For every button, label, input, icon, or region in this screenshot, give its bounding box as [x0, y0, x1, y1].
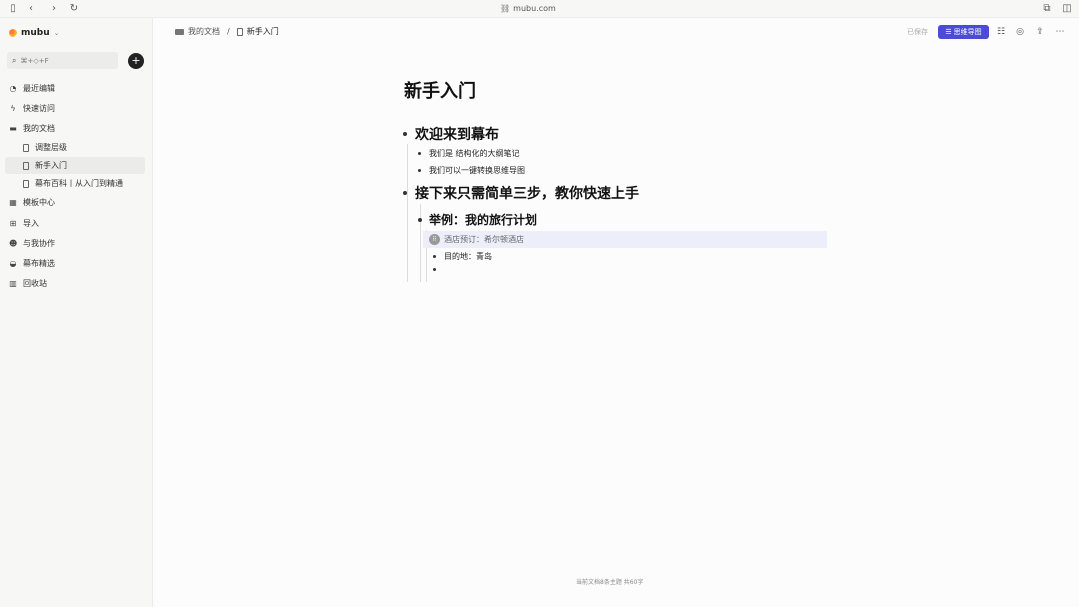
search-input[interactable]: ⌕ ⌘+◇+F [7, 52, 118, 69]
outline-settings-icon[interactable]: ☷ [995, 26, 1007, 38]
sidebar-item-import[interactable]: ⊞ 导入 [0, 215, 153, 232]
document-icon [236, 27, 243, 36]
outline-node[interactable]: 我们可以一键转换思维导图 [418, 165, 525, 176]
bullet-icon[interactable] [433, 268, 436, 271]
search-icon: ⌕ [12, 55, 17, 65]
outline-node[interactable]: 接下来只需简单三步，教你快速上手 [403, 183, 639, 203]
lightning-icon: ϟ [10, 104, 16, 113]
sidebar-item-templates[interactable]: ▦ 模板中心 [0, 194, 153, 211]
split-view-icon[interactable]: ◫ [1061, 3, 1073, 15]
outline-node[interactable]: 举例：我的旅行计划 [418, 211, 537, 228]
folder-icon [175, 28, 184, 35]
address-bar[interactable]: ⛓ mubu.com [500, 3, 556, 15]
sidebar-doc-item[interactable]: 幕布百科丨从入门到精通 [0, 175, 153, 192]
more-icon[interactable]: ⋯ [1054, 26, 1066, 38]
document-icon [23, 179, 29, 188]
mindmap-icon: ☰ [945, 28, 952, 36]
sidebar-item-recent[interactable]: ◔ 最近编辑 [0, 80, 153, 97]
workspace-switcher[interactable]: mubu ⌄ [9, 28, 60, 38]
document-title[interactable]: 新手入门 [404, 77, 476, 103]
sidebar-item-my-docs[interactable]: ▬ 我的文档 [0, 120, 153, 137]
breadcrumb: 我的文档 / 新手入门 [175, 26, 279, 37]
grid-icon: ▦ [9, 198, 17, 207]
bullet-icon[interactable] [418, 152, 421, 155]
mubu-logo-icon [9, 29, 17, 37]
trash-icon: ▥ [9, 279, 17, 288]
extension-icon[interactable]: ⧉ [1041, 3, 1053, 15]
folder-icon: ▬ [9, 124, 17, 133]
sidebar-doc-item[interactable]: 调整层级 [0, 139, 153, 156]
sidebar-item-quick-access[interactable]: ϟ 快速访问 [0, 100, 153, 117]
sidebar: mubu ⌄ ⌕ ⌘+◇+F + ◔ 最近编辑 ϟ 快速访问 ▬ 我的文档 调整… [0, 18, 153, 607]
breadcrumb-current: 新手入门 [246, 27, 279, 36]
bullet-icon[interactable] [403, 132, 407, 136]
import-icon: ⊞ [9, 219, 17, 228]
bullet-icon[interactable] [403, 191, 407, 195]
outline-node[interactable]: 我们是 结构化的大纲笔记 [418, 148, 520, 159]
sidebar-item-featured[interactable]: ◒ 幕布精选 [0, 255, 153, 272]
reload-icon[interactable]: ↻ [68, 3, 80, 15]
add-button[interactable]: + [128, 53, 144, 69]
outline-node[interactable]: ⠿ 酒店预订：希尔顿酒店 [429, 234, 524, 245]
drag-handle-icon[interactable]: ⠿ [429, 234, 440, 245]
people-icon: ☻ [9, 239, 18, 248]
mindmap-button[interactable]: ☰ 思维导图 [938, 25, 989, 39]
outline-node-empty[interactable] [433, 268, 436, 271]
document-icon [23, 143, 29, 152]
outline-node[interactable]: 目的地：青岛 [433, 251, 492, 262]
sidebar-toggle-icon[interactable]: ▯ [7, 3, 19, 15]
outline-node[interactable]: 欢迎来到幕布 [403, 124, 499, 144]
collaborate-icon[interactable]: ◎ [1014, 26, 1026, 38]
brand-name: mubu [21, 28, 50, 38]
sidebar-doc-item-active[interactable]: 新手入门 [5, 157, 145, 174]
basket-icon: ◒ [9, 259, 17, 268]
back-icon[interactable]: ‹ [25, 3, 37, 15]
chevron-down-icon: ⌄ [53, 29, 60, 37]
browser-toolbar: ▯ ‹ › ↻ ⛓ mubu.com ⧉ ◫ [0, 0, 1079, 18]
bullet-icon[interactable] [433, 255, 436, 258]
forward-icon[interactable]: › [48, 3, 60, 15]
share-icon[interactable]: ⇪ [1034, 26, 1046, 38]
link-icon: ⛓ [500, 4, 511, 13]
bullet-icon[interactable] [418, 217, 422, 222]
indent-guide [407, 144, 408, 282]
clock-icon: ◔ [9, 84, 17, 93]
document-icon [23, 161, 29, 170]
bullet-icon[interactable] [418, 169, 421, 172]
save-status: 已保存 [907, 28, 928, 36]
breadcrumb-parent[interactable]: 我的文档 [188, 26, 220, 37]
sidebar-item-trash[interactable]: ▥ 回收站 [0, 275, 153, 292]
sidebar-item-shared[interactable]: ☻ 与我协作 [0, 235, 153, 252]
word-count: 当前文档8条主题 共60字 [576, 579, 644, 586]
